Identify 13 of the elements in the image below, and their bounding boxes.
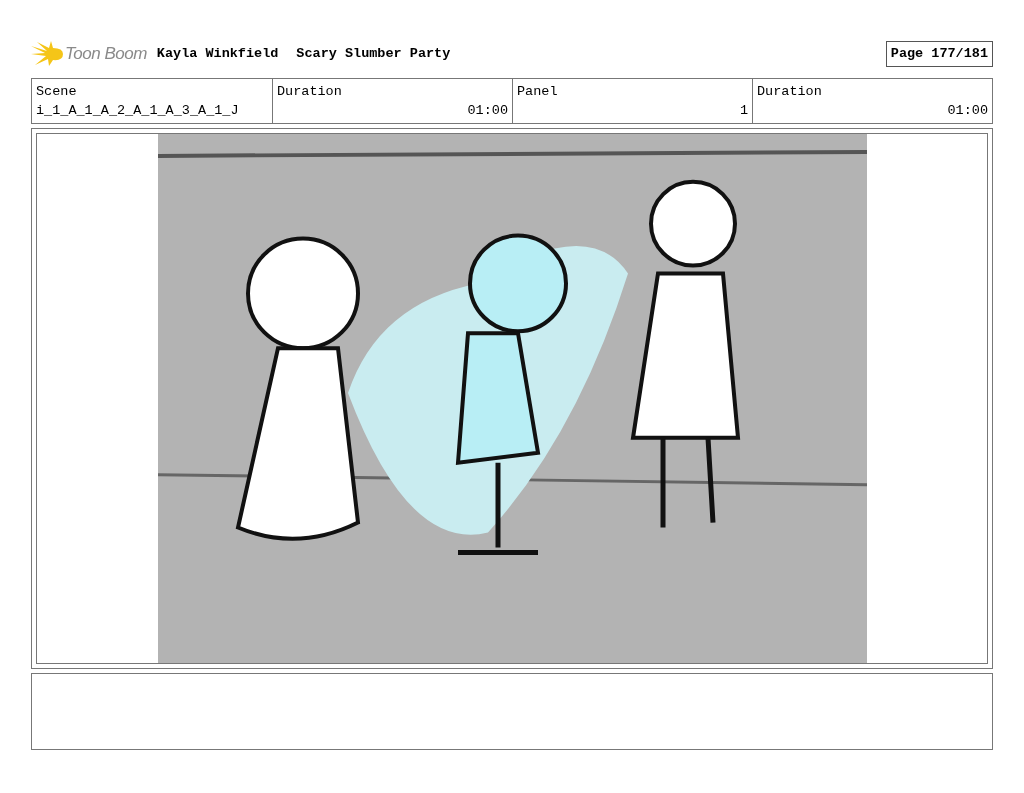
field-value: 01:00 (466, 102, 508, 120)
field-label: Panel (517, 83, 558, 101)
field-label: Duration (757, 83, 822, 101)
page-number: Page 177/181 (885, 40, 993, 68)
field-value: 1 (738, 102, 748, 120)
author-name: Kayla Winkfield (156, 44, 279, 63)
field-value: 01:00 (946, 102, 988, 120)
field-label: Scene (36, 83, 77, 101)
logo-text: Toon Boom (65, 43, 147, 66)
starburst-icon (31, 40, 63, 68)
project-title: Scary Slumber Party (296, 44, 451, 63)
field-value: i_1_A_1_A_2_A_1_A_3_A_1_J (36, 102, 239, 120)
field-label: Duration (277, 83, 342, 101)
